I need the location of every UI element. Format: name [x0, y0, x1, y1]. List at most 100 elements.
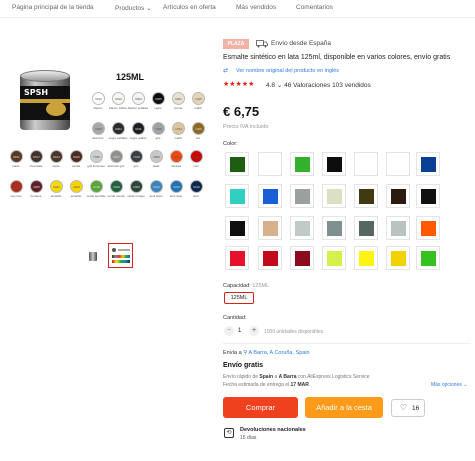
more-shipping-options-link[interactable]: Más opciones ⌄	[431, 382, 467, 388]
nav-reviews[interactable]: Comentarios	[296, 4, 333, 11]
color-option[interactable]	[225, 216, 249, 240]
swatch-9016: 9016	[112, 92, 125, 105]
translate-icon: ⇄	[223, 68, 229, 74]
color-label: Color:	[223, 141, 238, 147]
price: € 6,75	[223, 104, 260, 119]
quantity-increase-button[interactable]: +	[249, 326, 259, 336]
returns-title: Devoluciones nacionales	[240, 427, 306, 433]
swatch-label: gris luminoso	[87, 164, 105, 168]
swatch-9001: 9001	[172, 92, 185, 105]
color-option[interactable]	[225, 246, 249, 270]
color-swatch	[295, 221, 310, 236]
color-option[interactable]	[258, 246, 282, 270]
color-option[interactable]	[386, 152, 410, 176]
quantity-label: Cantidad:	[223, 315, 247, 321]
quantity-value[interactable]: 1	[238, 328, 241, 334]
swatch-6018: 6018	[90, 180, 103, 193]
color-option[interactable]	[322, 216, 346, 240]
quantity-decrease-button[interactable]: −	[224, 326, 234, 336]
swatch-9007: 9007	[110, 150, 123, 163]
color-option[interactable]	[290, 216, 314, 240]
swatch-3000: 3000	[10, 180, 23, 193]
color-option[interactable]	[290, 152, 314, 176]
wishlist-button[interactable]: ♡ 16	[391, 399, 425, 417]
swatch-1015: 1015	[192, 92, 205, 105]
returns-period: 15 días	[240, 435, 257, 441]
rating-summary[interactable]: 4.8 ⌄ 46 Valoraciones 103 vendidos	[266, 81, 371, 89]
color-option[interactable]	[322, 246, 346, 270]
swatch-label: aluminio	[92, 136, 104, 140]
color-swatch	[230, 157, 245, 172]
swatch-6005: 6005	[130, 180, 143, 193]
swatch-label: verde amarillo	[86, 194, 106, 198]
color-option[interactable]	[290, 184, 314, 208]
swatch-label: blanco tráfico	[109, 106, 127, 110]
color-option[interactable]	[354, 152, 378, 176]
color-swatch	[391, 221, 406, 236]
swatch-label: gris	[133, 164, 139, 168]
swatch-label: negro	[154, 106, 162, 110]
swatch-5015: 5015	[170, 180, 183, 193]
color-option[interactable]	[416, 184, 440, 208]
color-swatch	[230, 189, 245, 204]
color-option[interactable]	[290, 246, 314, 270]
nav-store-home[interactable]: Página principal de la tienda	[12, 4, 94, 11]
capacity-label-text: Capacidad:	[223, 283, 251, 289]
nav-best-sellers[interactable]: Más vendidos	[236, 4, 276, 11]
color-swatch	[359, 221, 374, 236]
swatch-label: rojo vivo	[10, 194, 22, 198]
thumbnail-can[interactable]	[84, 245, 100, 267]
paint-can-image: SPSH	[18, 70, 72, 130]
capacity-selected-value: 125ML	[252, 283, 270, 289]
color-option[interactable]	[354, 216, 378, 240]
swatch-label: azul cielo	[169, 194, 183, 198]
heart-icon: ♡	[400, 403, 408, 412]
color-option[interactable]	[386, 184, 410, 208]
plaza-badge: PLAZA	[223, 39, 249, 49]
swatch-1014: 1014	[172, 122, 185, 135]
product-title: Esmalte sintético en lata 125ml, disponi…	[223, 54, 451, 61]
send-to-location-link[interactable]: A Barra, A Coruña, Spain	[248, 350, 309, 356]
add-to-cart-button[interactable]: Añadir a la cesta	[305, 397, 383, 418]
color-option[interactable]	[354, 246, 378, 270]
swatch-label: azul claro	[149, 194, 163, 198]
sold-count: 103 vendidos	[332, 82, 371, 89]
swatch-3005: 3005	[30, 180, 43, 193]
swatch-label: blanco señales	[128, 106, 149, 110]
color-option[interactable]	[386, 246, 410, 270]
swatch-6029: 6029	[110, 180, 123, 193]
color-swatch	[391, 251, 406, 266]
estimated-delivery: Fecha estimada de entrega el 17 MAR	[223, 382, 309, 388]
buy-now-button[interactable]: Comprar	[223, 397, 298, 418]
color-swatch	[295, 251, 310, 266]
swatch-3020: 3020	[190, 150, 203, 163]
swatch-label: amarillo	[70, 194, 82, 198]
view-original-title-link[interactable]: Ver nombre original del producto en ingl…	[236, 68, 339, 74]
swatch-9005: 9005	[152, 92, 165, 105]
color-option[interactable]	[386, 216, 410, 240]
swatch-label: crema	[173, 106, 183, 110]
swatch-9004: 9004	[112, 122, 125, 135]
thumbnail-color-chart[interactable]	[108, 243, 133, 268]
swatch-5012: 5012	[150, 180, 163, 193]
color-option[interactable]	[322, 184, 346, 208]
color-option[interactable]	[354, 184, 378, 208]
swatch-1021: 1021	[50, 180, 63, 193]
color-option[interactable]	[416, 216, 440, 240]
color-option[interactable]	[258, 184, 282, 208]
color-swatch	[230, 251, 245, 266]
swatch-label: gris	[155, 136, 161, 140]
color-option[interactable]	[258, 216, 282, 240]
color-option[interactable]	[225, 184, 249, 208]
color-option[interactable]	[416, 152, 440, 176]
main-product-image[interactable]: SPSH 125ML 9010 blanco 9016 blanco tráfico 9…	[6, 62, 212, 212]
nav-products[interactable]: Productos ⌄	[115, 4, 152, 12]
swatch-9006: 9006	[92, 122, 105, 135]
nav-sale-items[interactable]: Artículos en oferta	[163, 4, 216, 11]
capacity-option-125ml[interactable]: 125ML	[224, 292, 254, 304]
color-option[interactable]	[416, 246, 440, 270]
color-option[interactable]	[322, 152, 346, 176]
color-option[interactable]	[258, 152, 282, 176]
color-option[interactable]	[225, 152, 249, 176]
color-swatch	[359, 189, 374, 204]
